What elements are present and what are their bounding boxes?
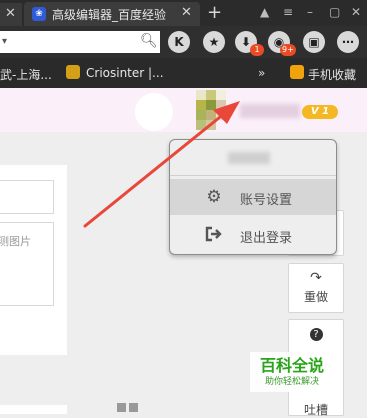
header-logo-circle <box>135 93 173 131</box>
image-placeholder-text: 测图片 <box>0 235 31 248</box>
redo-arrow-icon: ↷ <box>310 270 322 286</box>
bookmarks-bar: 武-上海... Criosinter |... » 手机收藏 <box>0 58 367 88</box>
dropdown-username <box>228 152 270 164</box>
feedback-label: 吐槽 <box>303 403 328 417</box>
help-icon: ? <box>289 325 343 341</box>
gear-icon: ⚙ <box>206 187 222 207</box>
search-icon[interactable]: 🔍︎ <box>140 33 158 49</box>
avatar[interactable] <box>196 90 236 130</box>
tab-close-icon[interactable]: ✕ <box>5 6 16 21</box>
username[interactable] <box>240 104 300 118</box>
watermark-title: 百科全说 <box>259 356 324 375</box>
more-bookmarks-icon[interactable]: » <box>258 66 265 80</box>
close-window-icon[interactable]: ✕ <box>351 5 361 19</box>
folder-icon <box>290 65 304 79</box>
tab-close-icon[interactable]: ✕ <box>181 5 192 20</box>
menu-icon[interactable]: ≡ <box>283 5 293 19</box>
download-badge: 1 <box>250 44 264 56</box>
logout-item[interactable]: 退出登录 <box>170 217 336 253</box>
url-input[interactable]: ▾ 🔍︎ <box>0 31 160 53</box>
logout-label: 退出登录 <box>240 231 293 246</box>
baidu-paw-icon: ❀ <box>32 7 46 21</box>
account-settings-label: 账号设置 <box>240 193 293 208</box>
redo-button[interactable]: ↷ 重做 <box>288 263 344 313</box>
watermark-subtitle: 助你轻松解决 <box>264 377 319 387</box>
browser-tab-bar: ✕ ❀ 高级编辑器_百度经验 ✕ + ▲ ≡ – ▢ ✕ <box>0 0 367 26</box>
maximize-icon[interactable]: ▢ <box>329 5 340 19</box>
bookmark-shanghai[interactable]: 武-上海... <box>0 66 52 83</box>
new-tab-button[interactable]: + <box>207 2 222 23</box>
divider <box>170 175 336 176</box>
title-input[interactable] <box>0 180 54 214</box>
dropdown-caret-icon[interactable]: ▾ <box>2 36 7 47</box>
image-upload-area[interactable]: 测图片 <box>0 222 54 306</box>
tab-title: 高级编辑器_百度经验 <box>52 8 167 22</box>
previous-tab[interactable]: ✕ <box>0 3 22 26</box>
game-badge: 9+ <box>280 44 296 56</box>
account-dropdown: ⚙ 账号设置 退出登录 <box>169 139 337 255</box>
shirt-icon[interactable]: ▲ <box>260 5 269 19</box>
address-toolbar: ▾ 🔍︎ K ★ ⬇ ◉ ▣ ⋯ <box>0 26 367 58</box>
favorite-star-button[interactable]: ★ <box>203 31 225 53</box>
tv-button[interactable]: ▣ <box>303 31 325 53</box>
active-tab[interactable]: ❀ 高级编辑器_百度经验 ✕ <box>24 2 200 26</box>
criosinter-icon <box>66 65 80 79</box>
grid-square-icon <box>129 403 138 412</box>
more-button[interactable]: ⋯ <box>337 31 359 53</box>
k-extension-button[interactable]: K <box>168 31 190 53</box>
watermark-logo: 百科全说 助你轻松解决 <box>250 352 334 392</box>
bookmark-mobile-favorites[interactable]: 手机收藏 <box>308 66 356 83</box>
grid-square-icon <box>117 403 126 412</box>
account-settings-item[interactable]: ⚙ 账号设置 <box>170 179 336 215</box>
redo-label: 重做 <box>303 290 328 304</box>
level-badge: V 1 <box>302 105 338 119</box>
editor-card-lower <box>0 405 67 414</box>
minimize-icon[interactable]: – <box>307 5 313 19</box>
bookmark-criosinter[interactable]: Criosinter |... <box>86 66 164 80</box>
logout-icon <box>204 226 224 244</box>
